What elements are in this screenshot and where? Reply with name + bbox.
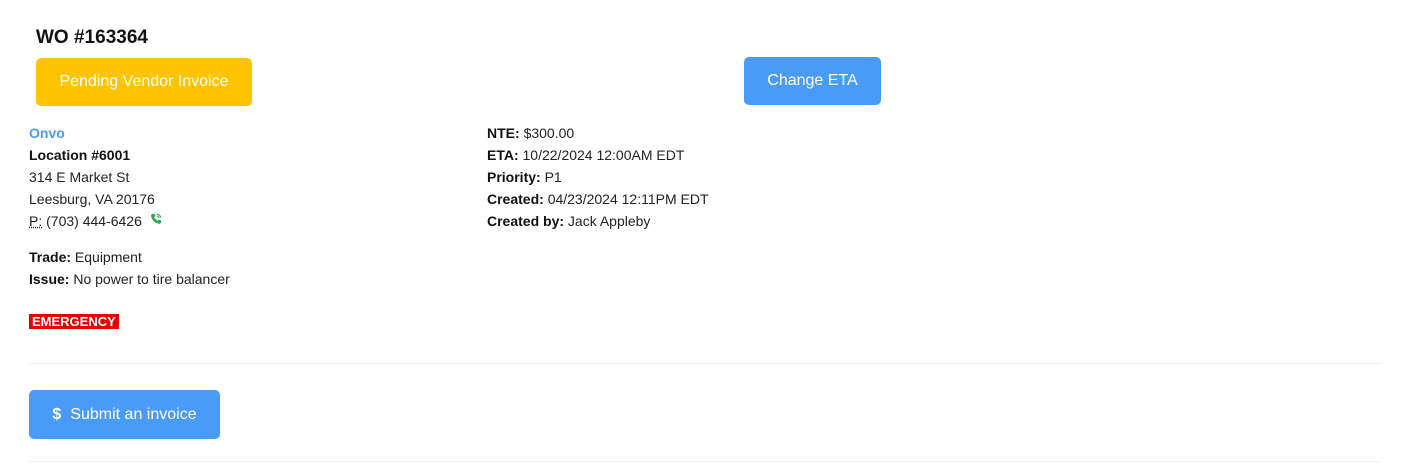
created-row: Created: 04/23/2024 12:11PM EDT [487,188,709,210]
location-info: Onvo Location #6001 314 E Market St Lees… [29,122,230,290]
created-value: 04/23/2024 12:11PM EDT [547,191,709,207]
nte-row: NTE: $300.00 [487,122,709,144]
emergency-badge: EMERGENCY [29,314,119,329]
created-by-value: Jack Appleby [567,213,651,229]
trade-row: Trade: Equipment [29,246,230,268]
created-label: Created: [487,191,544,207]
nte-label: NTE: [487,125,520,141]
dollar-icon: $ [52,405,62,423]
trade-value: Equipment [74,249,142,265]
trade-label: Trade: [29,249,72,265]
eta-row: ETA: 10/22/2024 12:00AM EDT [487,144,709,166]
divider-bottom [29,461,1381,462]
change-eta-button[interactable]: Change ETA [744,57,881,105]
status-button[interactable]: Pending Vendor Invoice [36,58,252,106]
phone-number[interactable]: (703) 444-6426 [46,213,142,229]
nte-value: $300.00 [523,125,575,141]
address-line2: Leesburg, VA 20176 [29,191,155,207]
submit-invoice-button[interactable]: $ Submit an invoice [29,390,220,439]
work-order-title: WO #163364 [36,27,148,48]
phone-prefix: P: [29,213,43,229]
location-name: Location #6001 [29,147,131,163]
divider-top [29,363,1381,364]
client-link[interactable]: Onvo [29,122,230,144]
eta-value: 10/22/2024 12:00AM EDT [522,147,685,163]
created-by-row: Created by: Jack Appleby [487,210,709,232]
eta-label: ETA: [487,147,519,163]
phone-row: P: (703) 444-6426 [29,210,230,232]
priority-value: P1 [544,169,562,185]
priority-row: Priority: P1 [487,166,709,188]
phone-call-icon[interactable] [150,213,162,225]
work-order-meta: NTE: $300.00 ETA: 10/22/2024 12:00AM EDT… [487,122,709,232]
issue-label: Issue: [29,271,70,287]
address-line1: 314 E Market St [29,169,130,185]
issue-row: Issue: No power to tire balancer [29,268,230,290]
submit-invoice-label: Submit an invoice [70,405,197,423]
priority-label: Priority: [487,169,541,185]
issue-value: No power to tire balancer [73,271,230,287]
created-by-label: Created by: [487,213,565,229]
